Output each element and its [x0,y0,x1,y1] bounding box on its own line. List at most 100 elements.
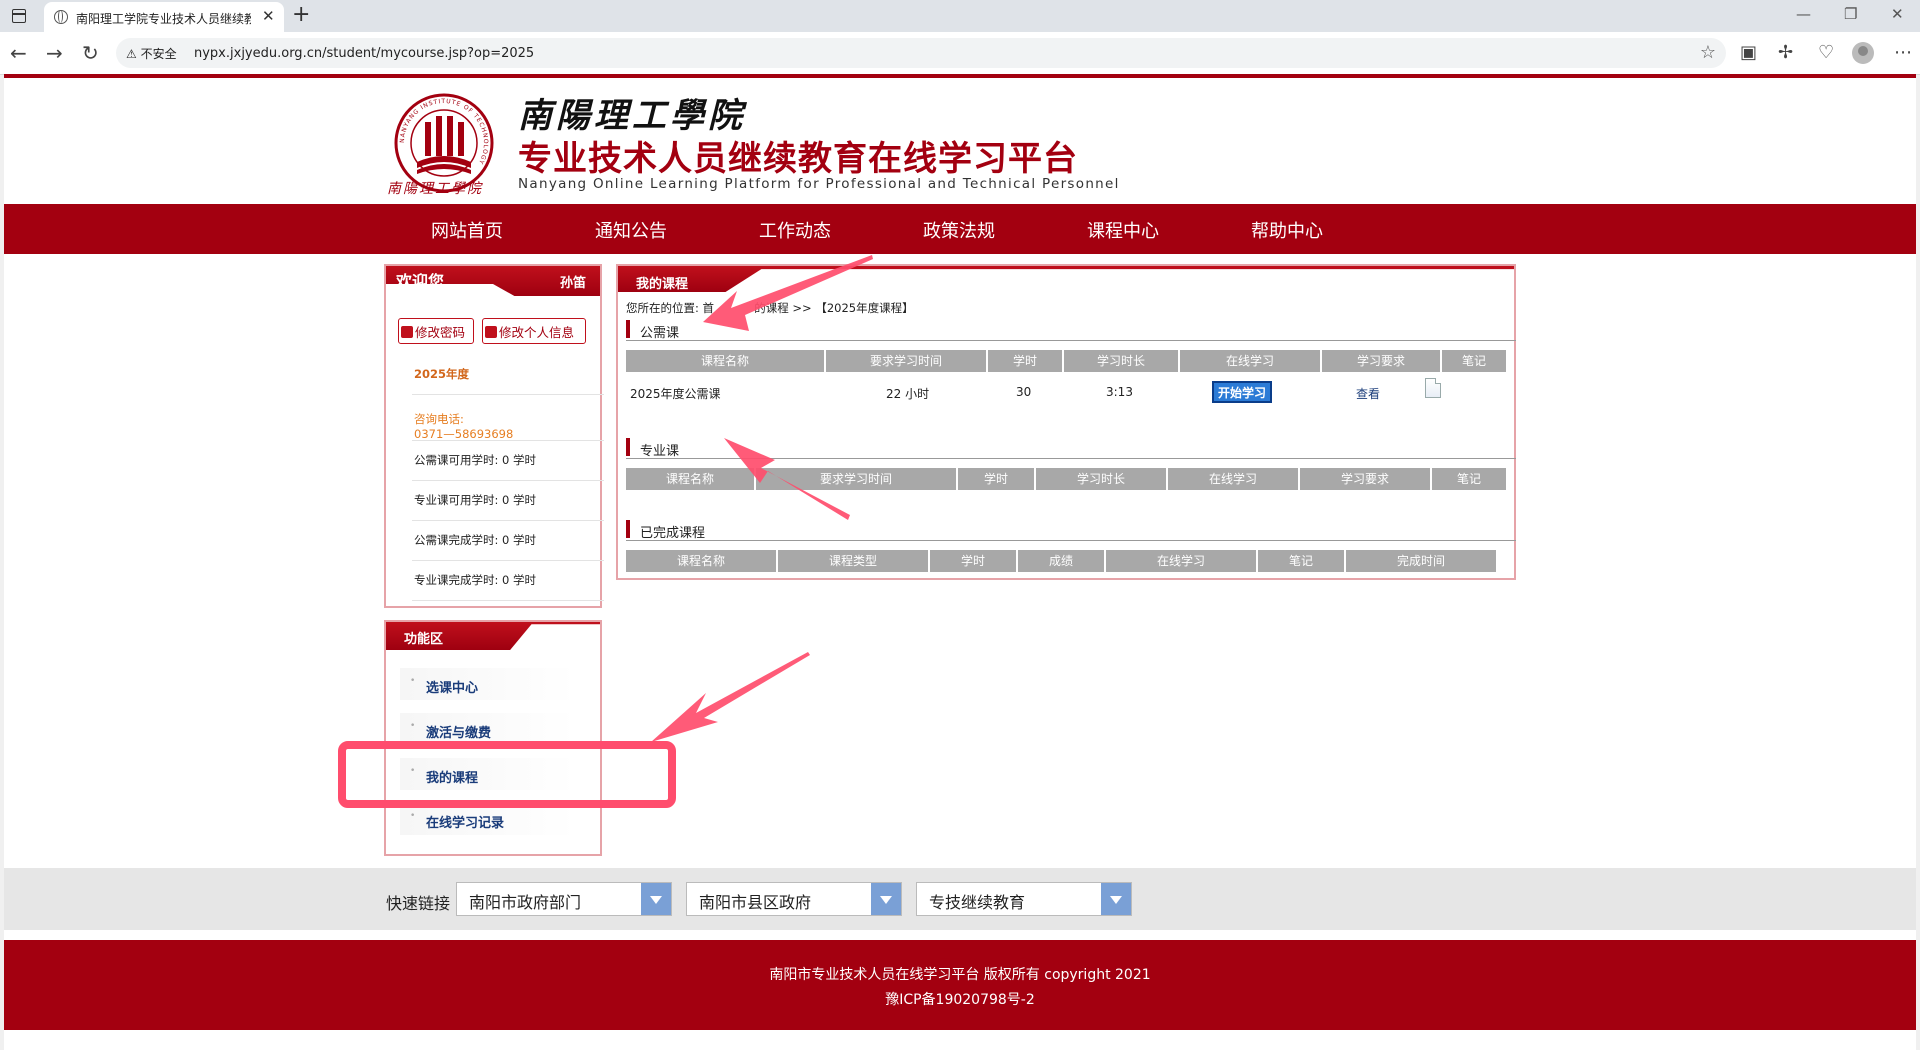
tab-close-icon[interactable]: ✕ [262,7,275,25]
start-learning-button[interactable]: 开始学习 [1212,381,1272,403]
url-text[interactable]: nypx.jxjyedu.org.cn/student/mycourse.jsp… [194,46,534,61]
col-online: 在线学习 [1106,550,1256,572]
col-notes: 笔记 [1258,550,1344,572]
nav-notices[interactable]: 通知公告 [595,217,667,243]
section-public: 公需课 [626,318,1516,341]
col-duration: 学习时长 [1064,350,1178,372]
nav-help-center[interactable]: 帮助中心 [1251,217,1323,243]
menu-learning-records[interactable]: • 在线学习记录 [400,803,576,835]
col-course-name: 课程名称 [626,350,824,372]
my-courses-header [618,266,1514,292]
credits: 30 [1016,385,1032,399]
divider [412,520,604,521]
col-credits: 学时 [988,350,1062,372]
bullet-icon: • [410,811,416,821]
platform-title-english: Nanyang Online Learning Platform for Pro… [518,176,1120,192]
completed-table-header: 课程名称 课程类型 学时 成绩 在线学习 笔记 完成时间 [626,550,1506,572]
favorite-star-icon[interactable]: ☆ [1700,42,1716,63]
col-score: 成绩 [1018,550,1104,572]
col-required-time: 要求学习时间 [756,468,956,490]
nav-work-news[interactable]: 工作动态 [759,217,831,243]
year-link[interactable]: 2025年度 [414,366,469,382]
professional-table-header: 课程名称 要求学习时间 学时 学习时长 在线学习 学习要求 笔记 [626,468,1506,490]
duration: 3:13 [1106,385,1133,399]
minimize-button[interactable]: — [1796,5,1811,23]
username: 孙笛 [560,276,587,291]
divider [412,560,604,561]
professional-completed-hours: 专业课完成学时: 0 学时 [414,573,537,587]
col-notes: 笔记 [1442,350,1506,372]
copyright-text: 南阳市专业技术人员在线学习平台 版权所有 copyright 2021 [769,967,1151,983]
quick-link-select-gov[interactable]: 南阳市政府部门 [456,882,672,916]
col-required-time: 要求学习时间 [826,350,986,372]
globe-icon [54,10,68,24]
tab-actions-icon[interactable] [12,9,26,23]
browser-tab-bar: 南阳理工学院专业技术人员继续教育 ✕ + — ❐ ✕ [0,0,1920,32]
college-name-calligraphy: 南陽理工學院 [518,96,746,136]
public-available-hours: 公需课可用学时: 0 学时 [414,453,537,467]
chevron-down-icon [641,883,671,915]
logo-caption: 南陽理工學院 [387,181,483,197]
nav-course-center[interactable]: 课程中心 [1087,217,1159,243]
phone-info: 咨询电话: 0371—58693698 [414,412,514,441]
back-button[interactable]: ← [10,41,27,65]
page-footer: 南阳市专业技术人员在线学习平台 版权所有 copyright 2021 豫ICP… [4,940,1916,1030]
divider [412,480,604,481]
new-tab-button[interactable]: + [292,2,310,27]
lock-icon [401,326,413,338]
nav-policies[interactable]: 政策法规 [923,217,995,243]
note-document-icon[interactable] [1425,378,1441,398]
divider [412,394,604,395]
col-requirement: 学习要求 [1322,350,1440,372]
public-completed-hours: 公需课完成学时: 0 学时 [414,533,537,547]
nav-home[interactable]: 网站首页 [431,217,503,243]
not-secure-indicator[interactable]: ⚠ 不安全 [126,45,177,62]
public-table-header: 课程名称 要求学习时间 学时 学习时长 在线学习 学习要求 笔记 [626,350,1506,372]
col-requirement: 学习要求 [1300,468,1430,490]
change-password-button[interactable]: 修改密码 [398,318,474,344]
quick-links-bar: 快速链接 南阳市政府部门 南阳市县区政府 专技继续教育 [4,868,1916,930]
menu-course-selection[interactable]: • 选课中心 [400,668,576,700]
url-input[interactable]: ⚠ 不安全 nypx.jxjyedu.org.cn/student/mycour… [116,38,1726,68]
reload-button[interactable]: ↻ [82,41,99,65]
address-bar-row: ← → ↻ ⚠ 不安全 nypx.jxjyedu.org.cn/student/… [0,32,1920,75]
bookmark-icon[interactable]: ▣ [1740,42,1757,63]
bullet-icon: • [410,721,416,731]
col-course-name: 课程名称 [626,468,754,490]
divider [412,440,604,441]
section-professional: 专业课 [626,436,1516,459]
welcome-subtitle: WELCOME [420,288,458,295]
close-window-button[interactable]: ✕ [1891,5,1904,23]
web-page: NANYANG INSTITUTE OF TECHNOLOGY 南陽理工學院 南… [4,74,1916,1050]
bullet-icon: • [410,766,416,776]
chevron-down-icon [871,883,901,915]
quick-link-select-edu[interactable]: 专技继续教育 [916,882,1132,916]
top-accent-line [4,74,1916,78]
col-course-name: 课程名称 [626,550,776,572]
col-online: 在线学习 [1168,468,1298,490]
main-nav: 网站首页 通知公告 工作动态 政策法规 课程中心 帮助中心 [4,204,1916,254]
profile-icon[interactable] [1852,42,1874,64]
col-duration: 学习时长 [1036,468,1166,490]
tab-title: 南阳理工学院专业技术人员继续教育 [76,12,251,26]
browser-tab[interactable]: 南阳理工学院专业技术人员继续教育 ✕ [44,2,284,32]
user-icon [485,326,497,338]
icp-record[interactable]: 豫ICP备19020798号-2 [4,989,1916,1009]
restore-button[interactable]: ❐ [1844,5,1857,23]
col-finish-time: 完成时间 [1346,550,1496,572]
breadcrumb: 您所在的位置: 首 的课程 >> 【2025年度课程】 [626,301,914,315]
forward-button[interactable]: → [46,41,63,65]
welcome-panel: 欢迎您 WELCOME 孙笛 修改密码 修改个人信息 2025年度 咨询电话: … [384,264,604,608]
edit-profile-button[interactable]: 修改个人信息 [482,318,586,344]
menu-activation-payment[interactable]: • 激活与缴费 [400,713,576,745]
my-courses-panel: 我的课程 您所在的位置: 首 的课程 >> 【2025年度课程】 公需课 课程名… [616,264,1516,580]
menu-my-courses[interactable]: • 我的课程 [400,758,576,790]
section-completed: 已完成课程 [626,518,1516,541]
divider [412,600,604,601]
heart-pulse-icon[interactable]: ♡ [1818,42,1834,63]
quick-link-select-county[interactable]: 南阳市县区政府 [686,882,902,916]
more-icon[interactable]: ⋯ [1894,42,1912,63]
puzzle-icon[interactable]: ✢ [1778,42,1793,63]
view-requirement-link[interactable]: 查看 [1356,385,1380,402]
platform-title: 专业技术人员继续教育在线学习平台 [518,139,1078,179]
